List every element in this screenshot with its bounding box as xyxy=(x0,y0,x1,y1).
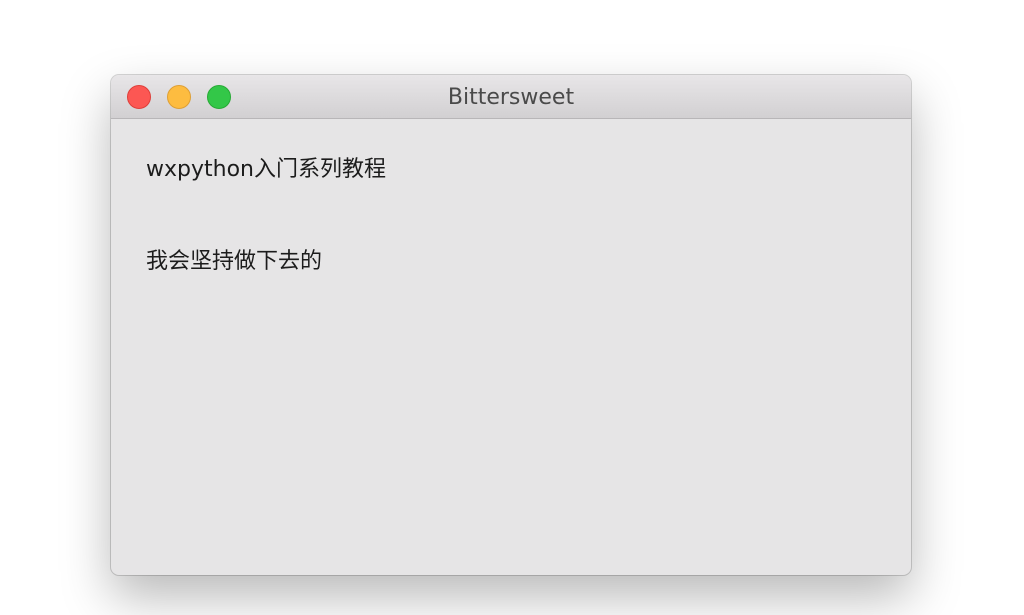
static-text-tutorial-series: wxpython入门系列教程 xyxy=(146,157,386,182)
window-title: Bittersweet xyxy=(447,85,575,110)
window-content: wxpython入门系列教程 我会坚持做下去的 xyxy=(111,119,911,575)
static-text-commitment: 我会坚持做下去的 xyxy=(146,249,323,274)
app-window: Bittersweet wxpython入门系列教程 我会坚持做下去的 xyxy=(111,75,911,575)
desktop: Bittersweet wxpython入门系列教程 我会坚持做下去的 xyxy=(0,0,1024,615)
title-bar[interactable]: Bittersweet xyxy=(111,75,911,119)
